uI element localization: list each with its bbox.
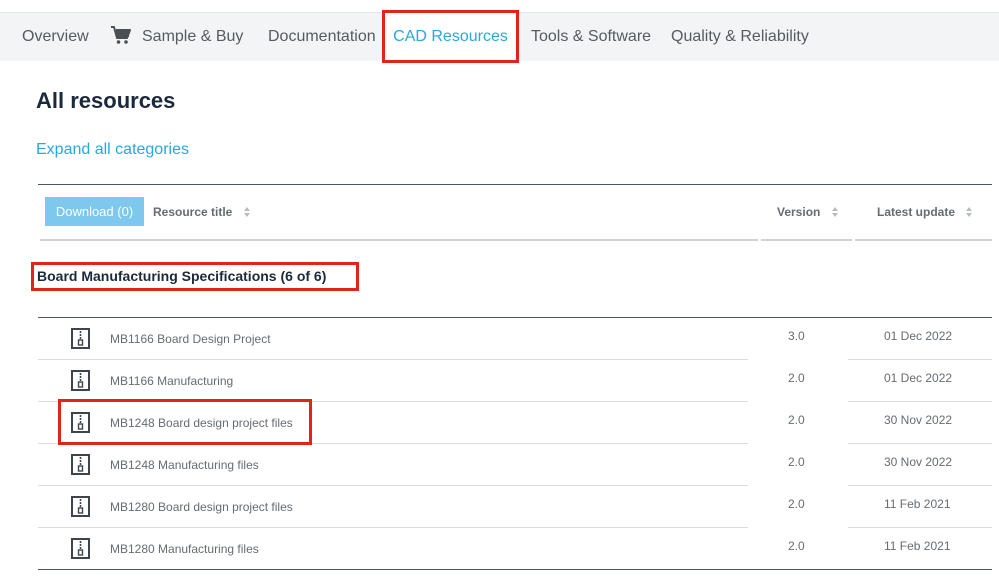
highlight-box-row: [58, 399, 312, 445]
resource-date: 11 Feb 2021: [884, 539, 951, 553]
table-row[interactable]: MB1248 Manufacturing files 2.0 30 Nov 20…: [0, 444, 999, 486]
page-title: All resources: [36, 88, 176, 113]
resource-title[interactable]: MB1248 Manufacturing files: [110, 458, 259, 472]
zip-file-icon: [71, 496, 90, 517]
column-header-label: Resource title: [153, 205, 233, 219]
download-button[interactable]: Download (0): [45, 197, 144, 226]
tab-tools-software[interactable]: Tools & Software: [531, 13, 651, 62]
header-bottom-divider: [855, 239, 992, 241]
tab-overview[interactable]: Overview: [22, 13, 89, 62]
cart-icon: [111, 25, 131, 44]
resource-title[interactable]: MB1280 Board design project files: [110, 500, 293, 514]
zip-file-icon: [71, 454, 90, 475]
sort-icon: [243, 206, 250, 217]
header-bottom-divider: [761, 239, 852, 241]
zip-file-icon: [71, 538, 90, 559]
resource-title[interactable]: MB1166 Board Design Project: [110, 332, 271, 346]
tab-documentation[interactable]: Documentation: [268, 13, 376, 62]
column-header-resource-title[interactable]: Resource title: [153, 205, 251, 219]
resource-date: 30 Nov 2022: [884, 413, 953, 427]
column-header-label: Latest update: [877, 205, 956, 219]
resource-title[interactable]: MB1280 Manufacturing files: [110, 542, 259, 556]
sort-icon: [966, 206, 973, 217]
resource-version: 2.0: [788, 539, 805, 553]
zip-file-icon: [71, 328, 90, 349]
resource-version: 3.0: [788, 329, 805, 343]
resource-date: 30 Nov 2022: [884, 455, 953, 469]
resource-title[interactable]: MB1166 Manufacturing: [110, 374, 233, 388]
table-row[interactable]: MB1280 Manufacturing files 2.0 11 Feb 20…: [0, 528, 999, 570]
expand-all-categories-link[interactable]: Expand all categories: [36, 141, 189, 159]
resource-date: 01 Dec 2022: [884, 371, 953, 385]
zip-file-icon: [71, 370, 90, 391]
resource-version: 2.0: [788, 497, 805, 511]
header-bottom-divider: [40, 239, 758, 241]
table-row[interactable]: MB1166 Manufacturing 2.0 01 Dec 2022: [0, 360, 999, 402]
sort-icon: [831, 206, 838, 217]
column-header-label: Version: [777, 205, 821, 219]
table-bottom-divider: [38, 569, 992, 570]
resource-date: 01 Dec 2022: [884, 329, 953, 343]
highlight-box-category: [31, 262, 359, 291]
tab-quality-reliability[interactable]: Quality & Reliability: [671, 13, 809, 62]
highlight-box-cad-tab: [382, 10, 519, 63]
tab-sample-buy[interactable]: Sample & Buy: [110, 13, 243, 62]
header-top-divider: [38, 184, 992, 185]
resource-date: 11 Feb 2021: [884, 497, 951, 511]
table-row[interactable]: MB1166 Board Design Project 3.0 01 Dec 2…: [0, 318, 999, 360]
tab-sample-buy-label: Sample & Buy: [142, 28, 244, 45]
resource-version: 2.0: [788, 413, 805, 427]
column-header-latest-update[interactable]: Latest update: [877, 205, 973, 219]
resource-version: 2.0: [788, 455, 805, 469]
resource-version: 2.0: [788, 371, 805, 385]
column-header-version[interactable]: Version: [777, 205, 839, 219]
table-row[interactable]: MB1280 Board design project files 2.0 11…: [0, 486, 999, 528]
